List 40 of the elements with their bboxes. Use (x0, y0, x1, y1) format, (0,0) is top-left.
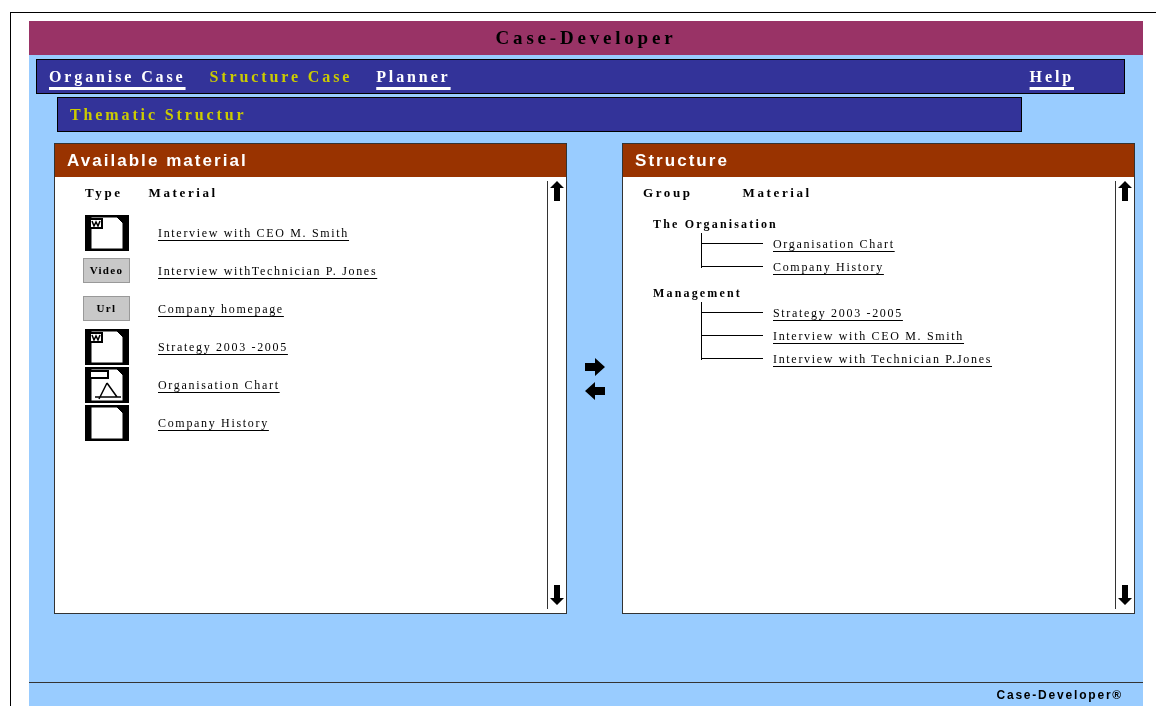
help-link[interactable]: Help (1029, 64, 1074, 89)
material-link[interactable]: Interview with CEO M. Smith (773, 327, 965, 345)
menu-item[interactable]: Structure Case (209, 64, 353, 89)
move-left-arrow-icon[interactable] (584, 381, 605, 400)
scroll-down-arrow-icon[interactable] (1117, 585, 1132, 605)
material-link[interactable]: Company homepage (158, 299, 284, 318)
word-document-icon (84, 328, 129, 365)
scroll-up-arrow-icon[interactable] (1117, 181, 1132, 201)
material-link[interactable]: Organisation Chart (158, 375, 280, 394)
panel-title: Available material (67, 149, 248, 172)
material-link[interactable]: Strategy 2003 -2005 (158, 337, 288, 356)
menu-item[interactable]: Planner (376, 64, 451, 89)
scrollbar[interactable] (1115, 181, 1133, 609)
material-link[interactable]: Company History (158, 413, 269, 432)
type-badge: Video (83, 258, 130, 283)
word-document-icon (84, 214, 129, 251)
column-header: Group (643, 184, 693, 202)
window-title: Case-Developer (495, 25, 677, 50)
document-icon (84, 404, 129, 441)
material-link[interactable]: Company History (773, 258, 884, 276)
move-right-arrow-icon[interactable] (584, 357, 605, 376)
material-link[interactable]: Interview withTechnician P. Jones (158, 261, 378, 280)
section-title: Thematic Structur (70, 104, 247, 125)
material-link[interactable]: Strategy 2003 -2005 (773, 304, 903, 322)
footer-text: Case-Developer® (996, 687, 1123, 704)
scroll-up-arrow-icon[interactable] (549, 181, 564, 201)
column-header: Type (85, 184, 123, 202)
column-header: Material (148, 184, 218, 202)
scroll-down-arrow-icon[interactable] (549, 585, 564, 605)
group-label: The Organisation (653, 215, 779, 233)
type-badge: Url (83, 296, 130, 321)
group-label: Management (653, 284, 743, 302)
menu-item[interactable]: Organise Case (49, 64, 186, 89)
column-header: Material (742, 184, 812, 202)
material-link[interactable]: Interview with CEO M. Smith (158, 223, 350, 242)
material-link[interactable]: Organisation Chart (773, 235, 895, 253)
material-link[interactable]: Interview with Technician P.Jones (773, 350, 992, 368)
panel-title: Structure (635, 149, 729, 172)
scrollbar[interactable] (547, 181, 565, 609)
pdf-document-icon (84, 366, 129, 403)
